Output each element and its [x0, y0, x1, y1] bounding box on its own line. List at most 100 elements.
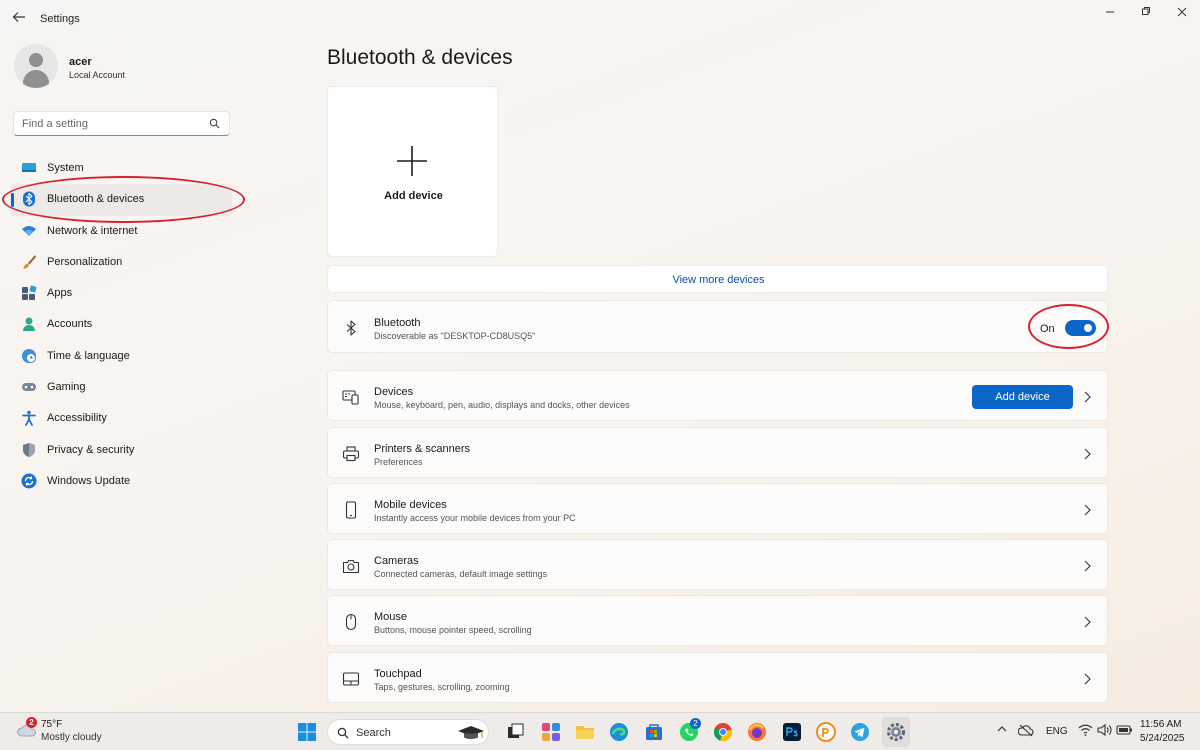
task-view-icon[interactable]	[504, 721, 526, 743]
speaker-icon[interactable]	[1097, 723, 1112, 737]
settings-search-input[interactable]	[22, 115, 202, 132]
sidebar-item-windows-update[interactable]: Windows Update	[10, 466, 232, 497]
battery-icon[interactable]	[1116, 724, 1133, 736]
bluetooth-toggle-state: On	[1040, 323, 1055, 335]
camera-icon	[342, 559, 360, 574]
taskbar-search-box[interactable]: Search	[327, 719, 489, 745]
wifi-icon[interactable]	[1078, 723, 1093, 737]
mobile-devices-card[interactable]: Mobile devices Instantly access your mob…	[327, 483, 1108, 534]
minimize-button[interactable]	[1098, 6, 1122, 20]
devices-icon	[342, 390, 359, 405]
photoshop-icon[interactable]	[781, 721, 803, 743]
sidebar-item-bluetooth-devices[interactable]: Bluetooth & devices	[10, 184, 232, 216]
cameras-title: Cameras	[374, 555, 419, 567]
microsoft-store-icon[interactable]	[643, 721, 665, 743]
title-bar: Settings	[0, 0, 1200, 38]
phone-icon	[345, 501, 357, 519]
plus-icon	[397, 146, 427, 176]
input-language[interactable]: ENG	[1046, 726, 1068, 737]
windows-start-icon[interactable]	[296, 721, 318, 743]
taskbar: 2 75°F Mostly cloudy Search 2 ENG 11:56 …	[0, 712, 1200, 750]
printers-scanners-card[interactable]: Printers & scanners Preferences	[327, 427, 1108, 478]
touchpad-icon	[342, 672, 360, 686]
active-indicator	[11, 193, 14, 208]
printers-title: Printers & scanners	[374, 443, 470, 455]
add-device-tile[interactable]: Add device	[327, 86, 498, 257]
back-arrow-icon	[12, 12, 25, 22]
add-device-button[interactable]: Add device	[972, 385, 1073, 409]
add-device-tile-label: Add device	[384, 190, 443, 202]
taskbar-search-label: Search	[356, 727, 391, 739]
sidebar-item-label: System	[47, 162, 84, 174]
bluetooth-subtitle: Discoverable as "DESKTOP-CD8USQ5"	[374, 331, 536, 341]
paintbrush-icon	[23, 254, 36, 269]
devices-title: Devices	[374, 386, 414, 398]
account-type: Local Account	[69, 70, 126, 80]
sidebar-item-time-language[interactable]: Time & language	[10, 341, 232, 372]
monitor-icon	[22, 163, 36, 172]
sidebar-item-network[interactable]: Network & internet	[10, 216, 232, 247]
shield-icon	[23, 442, 35, 457]
sidebar-item-label: Windows Update	[47, 474, 131, 487]
weather-condition: Mostly cloudy	[41, 732, 102, 743]
close-button[interactable]	[1170, 6, 1194, 20]
sidebar-item-accessibility[interactable]: Accessibility	[10, 403, 232, 434]
sidebar-item-label: Accessibility	[47, 412, 107, 425]
restore-button[interactable]	[1134, 6, 1158, 20]
bluetooth-toggle[interactable]	[1065, 320, 1096, 336]
app-title: Settings	[40, 13, 80, 25]
apps-icon	[22, 285, 37, 301]
mouse-title: Mouse	[374, 611, 408, 623]
search-icon[interactable]	[209, 118, 220, 129]
chevron-right-icon	[1084, 504, 1091, 516]
weather-badge: 2	[26, 717, 37, 728]
sidebar-item-personalization[interactable]: Personalization	[10, 247, 232, 278]
devices-card[interactable]: Devices Mouse, keyboard, pen, audio, dis…	[327, 370, 1108, 421]
sidebar-item-accounts[interactable]: Accounts	[10, 309, 232, 340]
bluetooth-title: Bluetooth	[374, 317, 421, 329]
clock-time[interactable]: 11:56 AM	[1140, 719, 1182, 730]
sidebar-item-label: Privacy & security	[47, 443, 135, 456]
sidebar-item-system[interactable]: System	[10, 153, 232, 184]
sidebar-item-label: Accounts	[47, 318, 93, 331]
mouse-card[interactable]: Mouse Buttons, mouse pointer speed, scro…	[327, 595, 1108, 646]
touchpad-subtitle: Taps, gestures, scrolling, zooming	[374, 682, 510, 692]
avatar	[14, 44, 58, 88]
person-icon	[23, 317, 35, 332]
devices-subtitle: Mouse, keyboard, pen, audio, displays an…	[374, 400, 630, 410]
view-more-devices-label: View more devices	[672, 274, 765, 286]
back-button[interactable]	[10, 10, 28, 28]
sidebar-nav: System Bluetooth & devices Network & int…	[10, 153, 232, 497]
chevron-up-icon[interactable]	[996, 723, 1008, 735]
file-explorer-icon[interactable]	[574, 721, 596, 743]
bluetooth-icon	[23, 191, 35, 207]
clock-date[interactable]: 5/24/2025	[1140, 733, 1185, 744]
sidebar-item-privacy-security[interactable]: Privacy & security	[10, 435, 232, 466]
weather-temperature: 75°F	[41, 719, 63, 730]
view-more-devices-link[interactable]: View more devices	[327, 265, 1108, 293]
mouse-icon	[345, 613, 357, 631]
cameras-card[interactable]: Cameras Connected cameras, default image…	[327, 539, 1108, 590]
edge-browser-icon[interactable]	[608, 721, 630, 743]
mobile-devices-title: Mobile devices	[374, 499, 447, 511]
settings-gear-icon[interactable]	[885, 721, 907, 743]
telegram-icon[interactable]	[849, 721, 871, 743]
sidebar-item-label: Network & internet	[47, 224, 138, 237]
user-name: acer	[69, 56, 92, 68]
whatsapp-badge: 2	[690, 718, 701, 729]
sidebar-item-gaming[interactable]: Gaming	[10, 372, 232, 403]
globe-clock-icon	[22, 348, 36, 363]
printer-icon	[342, 446, 360, 462]
sidebar-item-apps[interactable]: Apps	[10, 278, 232, 309]
chevron-right-icon	[1084, 616, 1091, 628]
chrome-icon[interactable]	[712, 721, 734, 743]
copilot-icon[interactable]	[540, 721, 562, 743]
settings-search-box[interactable]	[13, 111, 230, 136]
antivirus-icon[interactable]	[815, 721, 837, 743]
mouse-subtitle: Buttons, mouse pointer speed, scrolling	[374, 625, 532, 635]
chevron-right-icon	[1084, 560, 1091, 572]
firefox-icon[interactable]	[746, 721, 768, 743]
minimize-icon	[1106, 11, 1114, 13]
onedrive-sync-icon[interactable]	[1018, 723, 1034, 737]
touchpad-card[interactable]: Touchpad Taps, gestures, scrolling, zoom…	[327, 652, 1108, 703]
